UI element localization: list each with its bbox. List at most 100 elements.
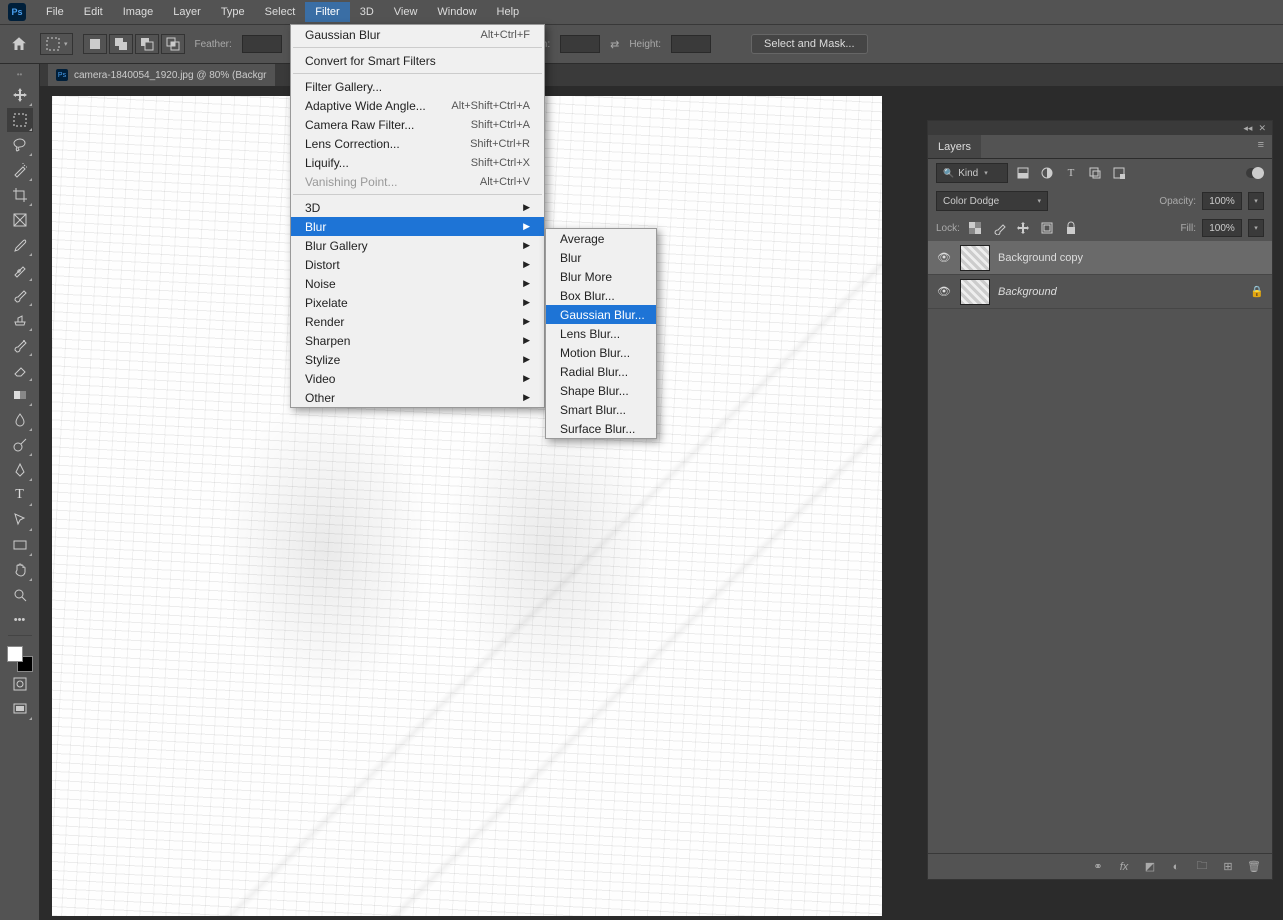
panel-collapse-icon[interactable]: ◂◂ [1243,123,1252,134]
magic-wand-tool[interactable] [7,158,33,182]
lock-all-icon[interactable] [1062,219,1080,237]
blur-radial[interactable]: Radial Blur... [546,362,656,381]
clone-stamp-tool[interactable] [7,308,33,332]
filter-camera-raw[interactable]: Camera Raw Filter...Shift+Ctrl+A [291,115,544,134]
menu-edit[interactable]: Edit [74,2,113,22]
blend-mode-select[interactable]: Color Dodge▾ [936,191,1048,211]
blur-smart[interactable]: Smart Blur... [546,400,656,419]
menu-image[interactable]: Image [113,2,164,22]
visibility-icon[interactable]: 👁 [936,285,952,298]
type-tool[interactable]: T [7,483,33,507]
blur-gaussian[interactable]: Gaussian Blur... [546,305,656,324]
zoom-tool[interactable] [7,583,33,607]
frame-tool[interactable] [7,208,33,232]
eyedropper-tool[interactable] [7,233,33,257]
blur-lens[interactable]: Lens Blur... [546,324,656,343]
filter-video[interactable]: Video▶ [291,369,544,388]
blur-box[interactable]: Box Blur... [546,286,656,305]
color-swatch[interactable] [5,646,35,672]
layer-name[interactable]: Background copy [998,252,1264,264]
edit-toolbar[interactable]: ••• [7,608,33,632]
crop-tool[interactable] [7,183,33,207]
filter-last-used[interactable]: Gaussian BlurAlt+Ctrl+F [291,25,544,44]
filter-stylize[interactable]: Stylize▶ [291,350,544,369]
lasso-tool[interactable] [7,133,33,157]
panel-menu-icon[interactable]: ≡ [1250,135,1272,158]
height-input[interactable] [671,35,711,53]
blur-surface[interactable]: Surface Blur... [546,419,656,438]
link-layers-icon[interactable]: ⚭ [1090,860,1106,873]
selection-new-icon[interactable] [83,34,107,54]
menu-filter[interactable]: Filter [305,2,349,22]
select-and-mask-button[interactable]: Select and Mask... [751,34,868,54]
selection-add-icon[interactable] [109,34,133,54]
blur-more[interactable]: Blur More [546,267,656,286]
filter-blur-gallery[interactable]: Blur Gallery▶ [291,236,544,255]
filter-lens-correction[interactable]: Lens Correction...Shift+Ctrl+R [291,134,544,153]
adjustment-layer-icon[interactable]: ◐ [1168,861,1184,873]
filter-adaptive-wide-angle[interactable]: Adaptive Wide Angle...Alt+Shift+Ctrl+A [291,96,544,115]
new-layer-icon[interactable]: ⊞ [1220,860,1236,873]
filter-pixelate[interactable]: Pixelate▶ [291,293,544,312]
filter-liquify[interactable]: Liquify...Shift+Ctrl+X [291,153,544,172]
fill-value[interactable]: 100% [1202,219,1242,237]
rectangular-marquee-tool[interactable] [7,108,33,132]
path-selection-tool[interactable] [7,508,33,532]
lock-pixels-icon[interactable] [990,219,1008,237]
fill-dropdown[interactable]: ▾ [1248,219,1264,237]
screen-mode-icon[interactable] [7,697,33,721]
foreground-color-swatch[interactable] [7,646,23,662]
menu-3d[interactable]: 3D [350,2,384,22]
pen-tool[interactable] [7,458,33,482]
layer-fx-icon[interactable]: fx [1116,861,1132,873]
dodge-tool[interactable] [7,433,33,457]
eraser-tool[interactable] [7,358,33,382]
blur-motion[interactable]: Motion Blur... [546,343,656,362]
filter-type-icon[interactable]: T [1062,164,1080,182]
filter-toggle-switch[interactable] [1246,168,1264,178]
filter-gallery[interactable]: Filter Gallery... [291,77,544,96]
rectangle-tool[interactable] [7,533,33,557]
opacity-dropdown[interactable]: ▾ [1248,192,1264,210]
history-brush-tool[interactable] [7,333,33,357]
blur-shape[interactable]: Shape Blur... [546,381,656,400]
filter-render[interactable]: Render▶ [291,312,544,331]
lock-position-icon[interactable] [1014,219,1032,237]
filter-blur[interactable]: Blur▶ [291,217,544,236]
menu-type[interactable]: Type [211,2,255,22]
filter-3d[interactable]: 3D▶ [291,198,544,217]
marquee-preset[interactable]: ▾ [40,33,73,55]
feather-input[interactable] [242,35,282,53]
menu-file[interactable]: File [36,2,74,22]
menu-select[interactable]: Select [255,2,306,22]
hand-tool[interactable] [7,558,33,582]
move-tool[interactable] [7,83,33,107]
lock-transparency-icon[interactable] [966,219,984,237]
filter-other[interactable]: Other▶ [291,388,544,407]
quick-mask-icon[interactable] [7,672,33,696]
brush-tool[interactable] [7,283,33,307]
filter-shape-icon[interactable] [1086,164,1104,182]
menu-window[interactable]: Window [427,2,486,22]
home-icon[interactable] [8,33,30,55]
document-tab[interactable]: Ps camera-1840054_1920.jpg @ 80% (Backgr [48,64,275,86]
width-input[interactable] [560,35,600,53]
filter-pixel-icon[interactable] [1014,164,1032,182]
layer-thumbnail[interactable] [960,245,990,271]
layer-row[interactable]: 👁 Background 🔒 [928,275,1272,309]
filter-smart-icon[interactable] [1110,164,1128,182]
panel-close-icon[interactable]: ✕ [1258,123,1266,134]
blur-blur[interactable]: Blur [546,248,656,267]
blur-tool[interactable] [7,408,33,432]
layer-thumbnail[interactable] [960,279,990,305]
blur-average[interactable]: Average [546,229,656,248]
delete-layer-icon[interactable]: 🗑 [1246,860,1262,873]
opacity-value[interactable]: 100% [1202,192,1242,210]
filter-noise[interactable]: Noise▶ [291,274,544,293]
filter-convert-smart[interactable]: Convert for Smart Filters [291,51,544,70]
filter-adjustment-icon[interactable] [1038,164,1056,182]
selection-subtract-icon[interactable] [135,34,159,54]
filter-distort[interactable]: Distort▶ [291,255,544,274]
visibility-icon[interactable]: 👁 [936,251,952,264]
filter-sharpen[interactable]: Sharpen▶ [291,331,544,350]
